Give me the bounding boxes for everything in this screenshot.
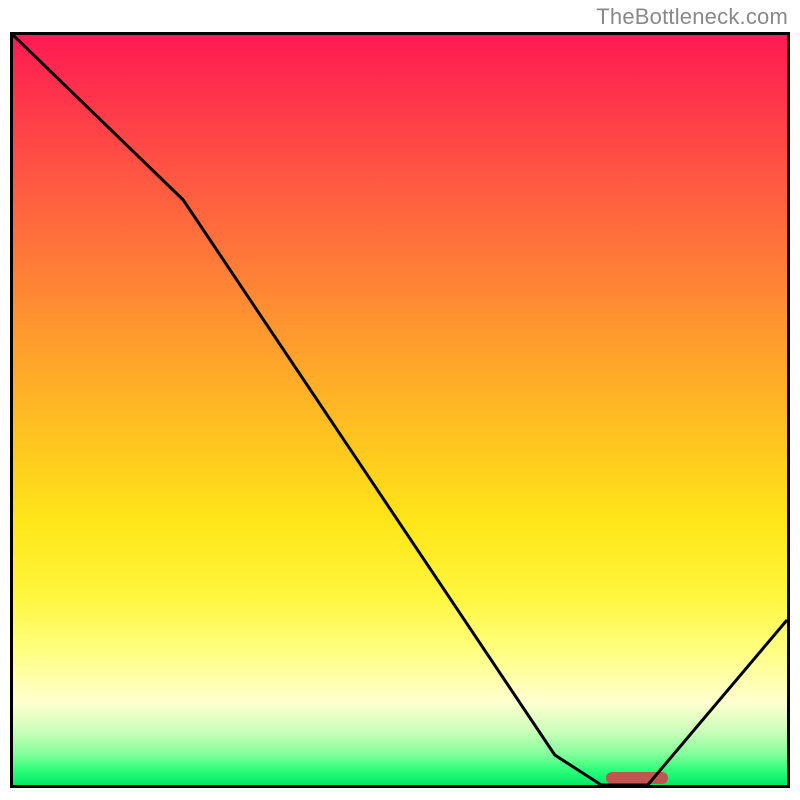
plot-area [10, 32, 790, 788]
bottleneck-curve [13, 35, 787, 785]
curve-path [13, 35, 787, 785]
chart-frame: TheBottleneck.com [0, 0, 800, 800]
watermark-text: TheBottleneck.com [596, 4, 788, 30]
